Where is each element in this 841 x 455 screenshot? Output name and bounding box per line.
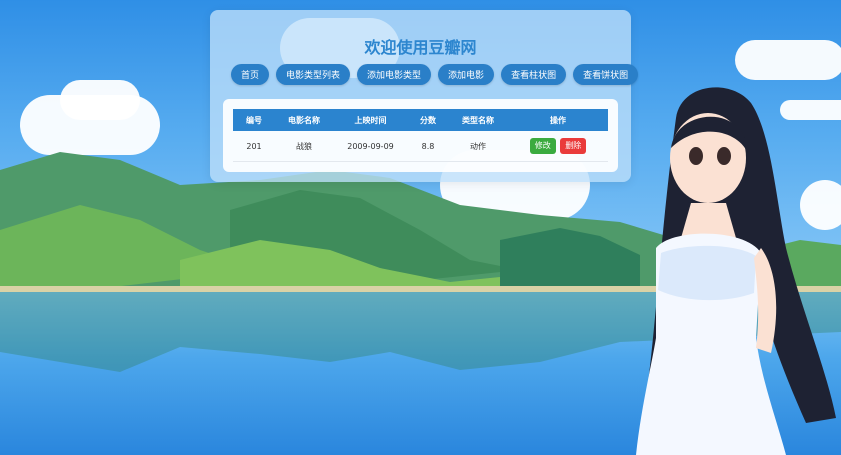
nav-pie-chart-button[interactable]: 查看饼状图 xyxy=(573,64,639,85)
movie-table: 编号 电影名称 上映时间 分数 类型名称 操作 201 战狼 2009-09-0… xyxy=(233,109,608,162)
cell-id: 201 xyxy=(233,131,275,162)
nav-add-movie-button[interactable]: 添加电影 xyxy=(438,64,495,85)
column-header-type: 类型名称 xyxy=(462,115,494,125)
nav-add-movie-type-button[interactable]: 添加电影类型 xyxy=(357,64,432,85)
nav-home-button[interactable]: 首页 xyxy=(231,64,270,85)
column-header-name: 电影名称 xyxy=(288,115,320,125)
column-header-id: 编号 xyxy=(246,115,262,125)
column-header-date: 上映时间 xyxy=(354,115,387,125)
cell-date: 2009-09-09 xyxy=(333,131,408,162)
main-panel: 欢迎使用豆瓣网 首页 电影类型列表 添加电影类型 添加电影 查看柱状图 查看饼状… xyxy=(210,10,639,182)
nav-bar: 首页 电影类型列表 添加电影类型 添加电影 查看柱状图 查看饼状图 xyxy=(231,64,639,86)
anime-girl-illustration xyxy=(636,87,836,455)
edit-button[interactable]: 修改 xyxy=(529,138,556,154)
nav-bar-chart-button[interactable]: 查看柱状图 xyxy=(501,64,567,85)
column-header-actions: 操作 xyxy=(550,115,566,125)
cell-type: 动作 xyxy=(448,131,508,162)
column-header-score: 分数 xyxy=(420,115,436,125)
cell-name: 战狼 xyxy=(275,131,333,162)
table-card: 编号 电影名称 上映时间 分数 类型名称 操作 201 战狼 2009-09-0… xyxy=(223,99,618,172)
table-row: 201 战狼 2009-09-09 8.8 动作 修改 删除 xyxy=(233,131,608,162)
nav-movie-type-list-button[interactable]: 电影类型列表 xyxy=(276,64,351,85)
delete-button[interactable]: 删除 xyxy=(560,138,587,154)
table-header-row: 编号 电影名称 上映时间 分数 类型名称 操作 xyxy=(233,109,608,131)
cell-actions: 修改 删除 xyxy=(508,131,608,162)
page-title: 欢迎使用豆瓣网 xyxy=(364,38,477,57)
cell-score: 8.8 xyxy=(408,131,448,162)
